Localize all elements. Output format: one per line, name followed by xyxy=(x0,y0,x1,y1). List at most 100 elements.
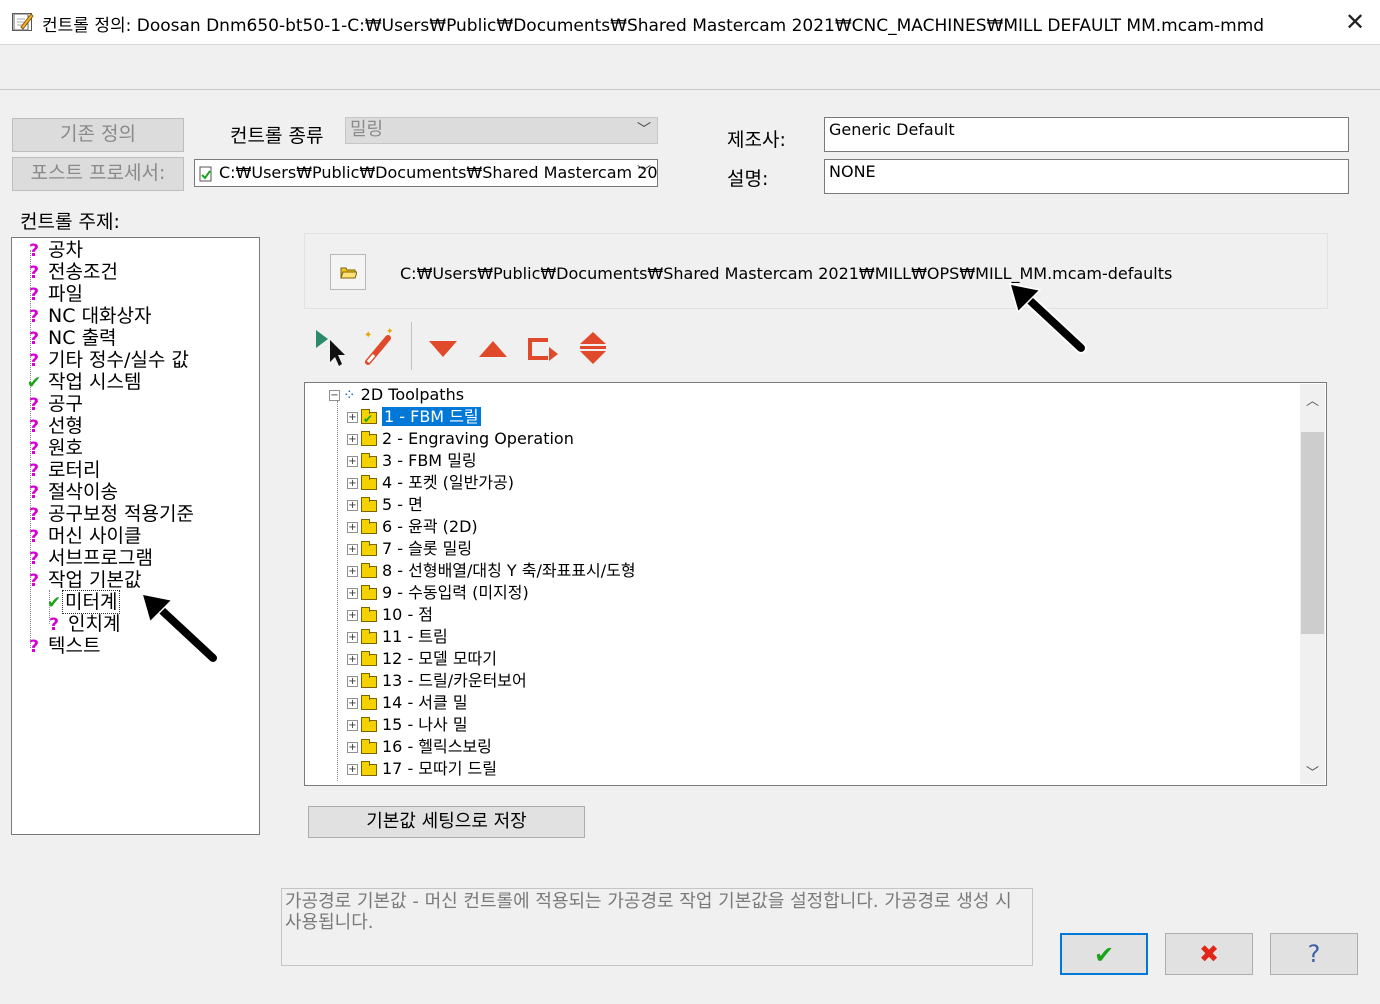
topic-linear[interactable]: ? 선형 xyxy=(26,415,83,437)
move-to-bottom-icon[interactable] xyxy=(524,324,564,370)
question-icon: ? xyxy=(29,549,39,569)
expand-icon[interactable]: + xyxy=(347,434,358,445)
folder-icon xyxy=(361,562,377,578)
topic-feed[interactable]: ? 절삭이송 xyxy=(26,481,118,503)
expand-icon[interactable]: + xyxy=(347,478,358,489)
toolpath-group-icon: ⁘ xyxy=(343,386,356,404)
expand-icon[interactable]: + xyxy=(347,676,358,687)
op-item[interactable]: +5 - 면 xyxy=(347,494,423,516)
topic-misc-values[interactable]: ? 기타 정수/실수 값 xyxy=(26,349,189,371)
topic-files[interactable]: ? 파일 xyxy=(26,283,83,305)
expand-collapse-icon[interactable] xyxy=(574,324,614,370)
scrollbar-thumb[interactable] xyxy=(1301,432,1324,634)
expand-icon[interactable]: + xyxy=(347,698,358,709)
description-field[interactable]: NONE xyxy=(824,159,1349,194)
topic-metric[interactable]: ✔ 미터계 xyxy=(46,590,121,614)
expand-icon[interactable]: + xyxy=(347,632,358,643)
cancel-x-icon: ✖ xyxy=(1198,940,1220,968)
op-item[interactable]: +8 - 선형배열/대칭 Y 축/좌표표시/도형 xyxy=(347,560,636,582)
topic-subprograms[interactable]: ? 서브프로그램 xyxy=(26,547,153,569)
operation-defaults-tree[interactable]: − ⁘ 2D Toolpaths + ✔ 1 - FBM 드릴 +2 - Engrav… xyxy=(304,382,1327,786)
expand-icon[interactable]: + xyxy=(347,742,358,753)
question-icon: ? xyxy=(29,571,39,591)
svg-text:✦: ✦ xyxy=(386,327,394,337)
help-icon: ? xyxy=(1307,940,1321,968)
manufacturer-field[interactable]: Generic Default xyxy=(824,117,1349,152)
topic-arc[interactable]: ? 원호 xyxy=(26,437,83,459)
topic-nc-dialog[interactable]: ? NC 대화상자 xyxy=(26,305,151,327)
folder-icon xyxy=(361,606,377,622)
op-item[interactable]: +7 - 슬롯 밀링 xyxy=(347,538,472,560)
help-text: 가공경로 기본값 - 머신 컨트롤에 적용되는 가공경로 작업 기본값을 설정합… xyxy=(281,888,1033,966)
expand-icon[interactable]: + xyxy=(347,588,358,599)
scroll-up-icon[interactable]: ︿ xyxy=(1300,390,1325,409)
cancel-button[interactable]: ✖ xyxy=(1165,933,1253,975)
folder-icon xyxy=(361,496,377,512)
select-arrow-icon[interactable] xyxy=(312,324,352,370)
help-button[interactable]: ? xyxy=(1270,933,1358,975)
folder-icon xyxy=(361,738,377,754)
control-type-select[interactable]: 밀링 ﹀ xyxy=(345,117,658,144)
topic-nc-output[interactable]: ? NC 출력 xyxy=(26,327,116,349)
op-item[interactable]: +6 - 윤곽 (2D) xyxy=(347,516,478,538)
control-topics-tree[interactable]: ? 공차 ? 전송조건 ? 파일 ? NC 대화상자 ? NC 출력 ? 기타 … xyxy=(11,237,260,835)
topic-cutter-comp[interactable]: ? 공구보정 적용기준 xyxy=(26,503,194,525)
annotation-arrow xyxy=(140,593,219,664)
close-button[interactable]: ✕ xyxy=(1338,5,1372,39)
question-icon: ? xyxy=(29,417,39,437)
topic-machine-cycles[interactable]: ? 머신 사이클 xyxy=(26,525,141,547)
move-up-icon[interactable] xyxy=(474,324,514,370)
topic-operation-defaults[interactable]: ? 작업 기본값 xyxy=(26,569,141,591)
ok-button[interactable]: ✔ xyxy=(1060,933,1148,975)
folder-icon xyxy=(361,452,377,468)
topic-communications[interactable]: ? 전송조건 xyxy=(26,261,118,283)
question-icon: ? xyxy=(29,439,39,459)
op-item[interactable]: +15 - 나사 밀 xyxy=(347,714,468,736)
expand-icon[interactable]: + xyxy=(347,764,358,775)
folder-icon xyxy=(361,518,377,534)
folder-icon xyxy=(361,628,377,644)
op-item[interactable]: +13 - 드릴/카운터보어 xyxy=(347,670,527,692)
topic-work-system[interactable]: ✔ 작업 시스템 xyxy=(26,371,142,393)
tree-root-2d-toolpaths[interactable]: − ⁘ 2D Toolpaths xyxy=(329,384,464,406)
expand-icon[interactable]: + xyxy=(347,412,358,423)
magic-wand-icon[interactable]: ✦ ✦ xyxy=(360,324,400,370)
op-item[interactable]: +17 - 모따기 드릴 xyxy=(347,758,497,780)
expand-icon[interactable]: + xyxy=(347,522,358,533)
open-defaults-button[interactable] xyxy=(330,254,366,290)
question-icon: ? xyxy=(49,615,59,635)
topic-inch[interactable]: ? 인치계 xyxy=(46,613,120,635)
expand-icon[interactable]: + xyxy=(347,654,358,665)
op-item[interactable]: +12 - 모델 모따기 xyxy=(347,648,497,670)
existing-definition-button[interactable]: 기존 정의 xyxy=(12,118,184,152)
expand-icon[interactable]: + xyxy=(347,500,358,511)
post-processor-select[interactable]: C:₩Users₩Public₩Documents₩Shared Masterc… xyxy=(194,159,658,187)
expand-icon[interactable]: + xyxy=(347,720,358,731)
expand-icon[interactable]: + xyxy=(347,456,358,467)
op-item[interactable]: +11 - 트림 xyxy=(347,626,448,648)
save-to-defaults-button[interactable]: 기본값 세팅으로 저장 xyxy=(308,806,585,838)
op-item[interactable]: +16 - 헬릭스보링 xyxy=(347,736,492,758)
post-processor-button[interactable]: 포스트 프로세서: xyxy=(12,157,184,191)
question-icon: ? xyxy=(29,307,39,327)
expand-icon[interactable]: + xyxy=(347,610,358,621)
op-item[interactable]: +9 - 수동입력 (미지정) xyxy=(347,582,529,604)
collapse-icon[interactable]: − xyxy=(329,390,340,401)
scroll-down-icon[interactable]: ﹀ xyxy=(1300,762,1325,781)
edit-icon[interactable] xyxy=(12,10,34,32)
topic-tools[interactable]: ? 공구 xyxy=(26,393,83,415)
op-item[interactable]: + ✔ 1 - FBM 드릴 xyxy=(347,406,481,428)
topic-text[interactable]: ? 텍스트 xyxy=(26,635,100,657)
expand-icon[interactable]: + xyxy=(347,544,358,555)
topic-tolerances[interactable]: ? 공차 xyxy=(26,239,83,261)
folder-check-icon: ✔ xyxy=(361,408,377,426)
topic-rotary[interactable]: ? 로터리 xyxy=(26,459,100,481)
op-item[interactable]: +2 - Engraving Operation xyxy=(347,428,574,450)
op-item[interactable]: +14 - 서클 밀 xyxy=(347,692,468,714)
defaults-file-path: C:₩Users₩Public₩Documents₩Shared Masterc… xyxy=(400,264,1173,283)
op-item[interactable]: +4 - 포켓 (일반가공) xyxy=(347,472,514,494)
move-down-icon[interactable] xyxy=(424,324,464,370)
op-item[interactable]: +3 - FBM 밀링 xyxy=(347,450,477,472)
op-item[interactable]: +10 - 점 xyxy=(347,604,433,626)
expand-icon[interactable]: + xyxy=(347,566,358,577)
